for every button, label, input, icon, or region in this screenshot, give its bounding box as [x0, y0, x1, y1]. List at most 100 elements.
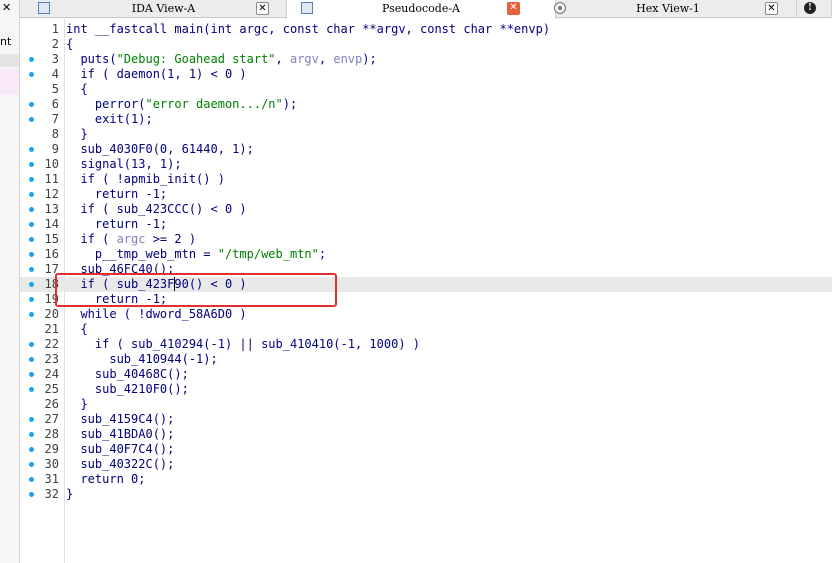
code-line[interactable]: 10 signal(13, 1); — [20, 157, 832, 172]
breakpoint-dot-icon[interactable] — [29, 462, 34, 467]
code-line[interactable]: 4 if ( daemon(1, 1) < 0 ) — [20, 67, 832, 82]
breakpoint-dot-icon[interactable] — [29, 477, 34, 482]
line-number: 10 — [44, 157, 59, 171]
breakpoint-dot-icon[interactable] — [29, 312, 34, 317]
left-pane: ✕ nt — [0, 0, 20, 563]
tab-extra[interactable]: ! — [795, 0, 832, 18]
code-line[interactable]: 22 if ( sub_410294(-1) || sub_410410(-1,… — [20, 337, 832, 352]
code-line[interactable]: 21 { — [20, 322, 832, 337]
breakpoint-dot-icon[interactable] — [29, 372, 34, 377]
breakpoint-dot-icon[interactable] — [29, 417, 34, 422]
breakpoint-dot-icon[interactable] — [29, 252, 34, 257]
breakpoint-dot-icon[interactable] — [29, 57, 34, 62]
argument-token: argv — [289, 52, 319, 66]
breakpoint-dot-icon[interactable] — [29, 267, 34, 272]
code-token: sub_40322C(); — [66, 457, 175, 471]
code-token: return -1; — [66, 187, 168, 201]
breakpoint-dot-icon[interactable] — [29, 357, 34, 362]
code-line[interactable]: 12 return -1; — [20, 187, 832, 202]
code-line[interactable]: 28 sub_41BDA0(); — [20, 427, 832, 442]
breakpoint-dot-icon[interactable] — [29, 297, 34, 302]
breakpoint-dot-icon[interactable] — [29, 102, 34, 107]
line-number: 22 — [44, 337, 59, 351]
code-line[interactable]: 23 sub_410944(-1); — [20, 352, 832, 367]
line-number: 28 — [44, 427, 59, 441]
code-line[interactable]: 20 while ( !dword_58A6D0 ) — [20, 307, 832, 322]
code-line[interactable]: 29 sub_40F7C4(); — [20, 442, 832, 457]
code-text: return -1; — [66, 187, 167, 202]
code-line[interactable]: 30 sub_40322C(); — [20, 457, 832, 472]
code-line[interactable]: 2{ — [20, 37, 832, 52]
code-line[interactable]: 24 sub_40468C(); — [20, 367, 832, 382]
breakpoint-dot-icon[interactable] — [29, 147, 34, 152]
breakpoint-dot-icon[interactable] — [29, 162, 34, 167]
code-line[interactable]: 3 puts("Debug: Goahead start", argv, env… — [20, 52, 832, 67]
code-token: if ( !apmib_init() ) — [66, 172, 225, 186]
code-line[interactable]: 27 sub_4159C4(); — [20, 412, 832, 427]
tab-pseudocode-a[interactable]: Pseudocode-A ✕ — [286, 0, 556, 19]
code-token: } — [66, 397, 88, 411]
code-line[interactable]: 26 } — [20, 397, 832, 412]
code-line[interactable]: 7 exit(1); — [20, 112, 832, 127]
code-line[interactable]: 6 perror("error daemon.../n"); — [20, 97, 832, 112]
code-token: >= 2 ) — [145, 232, 197, 246]
code-token: if ( sub_410294(-1) || sub_410410(-1, 10… — [66, 337, 421, 351]
tab-ida-view-a[interactable]: IDA View-A ✕ — [24, 0, 304, 18]
close-icon[interactable]: ✕ — [507, 2, 520, 15]
code-line[interactable]: 9 sub_4030F0(0, 61440, 1); — [20, 142, 832, 157]
breakpoint-dot-icon[interactable] — [29, 207, 34, 212]
line-number: 2 — [51, 37, 59, 51]
code-line[interactable]: 8 } — [20, 127, 832, 142]
tab-hex-view-1[interactable]: Hex View-1 ✕ — [540, 0, 797, 18]
code-text: sub_40322C(); — [66, 457, 174, 472]
left-pane-row[interactable] — [0, 69, 19, 95]
line-number: 25 — [44, 382, 59, 396]
breakpoint-dot-icon[interactable] — [29, 492, 34, 497]
line-number: 11 — [44, 172, 59, 186]
line-number: 3 — [51, 52, 59, 66]
code-token: { — [66, 322, 88, 336]
breakpoint-dot-icon[interactable] — [29, 342, 34, 347]
code-line[interactable]: 16 p__tmp_web_mtn = "/tmp/web_mtn"; — [20, 247, 832, 262]
breakpoint-dot-icon[interactable] — [29, 282, 34, 287]
code-line[interactable]: 5 { — [20, 82, 832, 97]
code-text: sub_40468C(); — [66, 367, 189, 382]
breakpoint-dot-icon[interactable] — [29, 237, 34, 242]
code-line[interactable]: 15 if ( argc >= 2 ) — [20, 232, 832, 247]
tab-bar: IDA View-A ✕ Pseudocode-A ✕ Hex View-1 ✕… — [20, 0, 832, 19]
code-line[interactable]: 32} — [20, 487, 832, 502]
highlight-box — [55, 273, 337, 307]
code-token: ); — [362, 52, 377, 66]
code-line[interactable]: 31 return 0; — [20, 472, 832, 487]
line-number: 1 — [51, 22, 59, 36]
code-line[interactable]: 13 if ( sub_423CCC() < 0 ) — [20, 202, 832, 217]
left-pane-close-icon[interactable]: ✕ — [2, 3, 13, 14]
breakpoint-dot-icon[interactable] — [29, 72, 34, 77]
line-number: 21 — [44, 322, 59, 336]
close-icon[interactable]: ✕ — [256, 2, 269, 15]
code-line[interactable]: 14 return -1; — [20, 217, 832, 232]
code-text: if ( !apmib_init() ) — [66, 172, 225, 187]
breakpoint-dot-icon[interactable] — [29, 387, 34, 392]
code-text: sub_4210F0(); — [66, 382, 189, 397]
left-pane-selected-row[interactable] — [0, 54, 19, 67]
breakpoint-dot-icon[interactable] — [29, 222, 34, 227]
code-line[interactable]: 11 if ( !apmib_init() ) — [20, 172, 832, 187]
code-token: } — [66, 127, 88, 141]
code-text: sub_4159C4(); — [66, 412, 174, 427]
pseudocode-editor[interactable]: 1 int __fastcall main(int argc, const cha… — [20, 19, 832, 563]
code-line[interactable]: 1 int __fastcall main(int argc, const cha… — [20, 22, 832, 37]
breakpoint-dot-icon[interactable] — [29, 177, 34, 182]
close-icon[interactable]: ✕ — [765, 2, 778, 15]
code-token: return -1; — [66, 217, 168, 231]
code-token: { — [66, 37, 74, 51]
code-text: if ( argc >= 2 ) — [66, 232, 196, 247]
line-number: 8 — [51, 127, 59, 141]
breakpoint-dot-icon[interactable] — [29, 117, 34, 122]
line-number: 32 — [44, 487, 59, 501]
breakpoint-dot-icon[interactable] — [29, 432, 34, 437]
breakpoint-dot-icon[interactable] — [29, 192, 34, 197]
code-line[interactable]: 25 sub_4210F0(); — [20, 382, 832, 397]
code-text: return 0; — [66, 472, 145, 487]
breakpoint-dot-icon[interactable] — [29, 447, 34, 452]
